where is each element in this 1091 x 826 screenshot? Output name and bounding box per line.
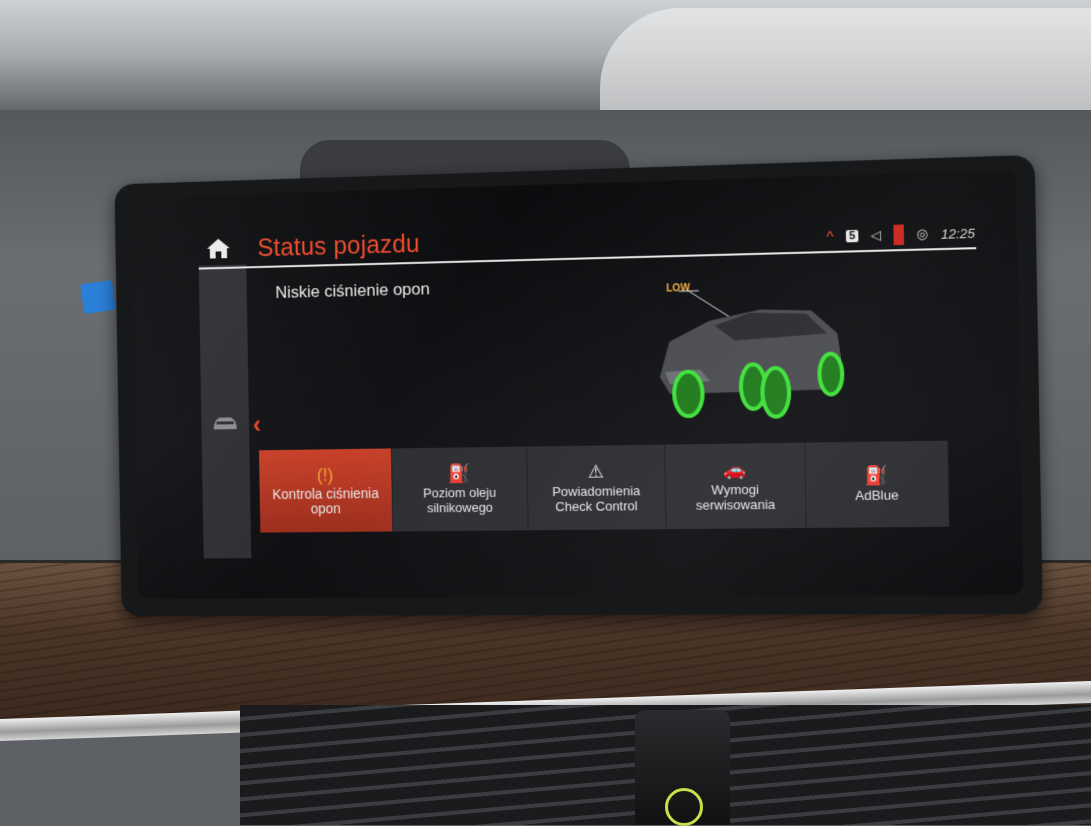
clock: 12:25 <box>941 225 975 241</box>
tab-label-line1: Powiadomienia <box>552 483 640 499</box>
screen: ‹ Status pojazdu ^ 5 ◁ ◎ 12:25 Niskie ci… <box>132 170 1024 599</box>
status-bar: ^ 5 ◁ ◎ 12:25 <box>826 223 975 247</box>
warning-message: Niskie ciśnienie opon <box>275 279 430 303</box>
tab-label-line2: serwisowania <box>696 496 776 512</box>
connectivity-icon: ◎ <box>916 226 928 243</box>
tab-label-line1: Wymogi <box>711 481 759 497</box>
vehicle-tire-illustration <box>638 277 854 433</box>
oil-can-icon: ⛽ <box>448 464 470 482</box>
adblue-icon: ⛽ <box>865 466 889 485</box>
tab-service-requirements[interactable]: 🚗 Wymogi serwisowania <box>665 443 807 530</box>
notification-badge: 5 <box>846 230 859 243</box>
back-chevron-icon[interactable]: ‹ <box>253 409 262 440</box>
tab-oil-level[interactable]: ⛽ Poziom oleju silnikowego <box>392 447 529 532</box>
tab-label-line2: opon <box>311 501 341 516</box>
tab-label-line1: AdBlue <box>855 487 899 503</box>
car-icon[interactable] <box>211 414 240 432</box>
hazard-button-cluster <box>635 710 730 825</box>
tab-label-line1: Poziom oleju <box>423 484 496 500</box>
tab-tire-pressure[interactable]: (!) Kontrola ciśnienia opon <box>259 448 393 532</box>
blue-sticker <box>80 280 116 314</box>
home-icon[interactable] <box>206 237 231 259</box>
speaker-icon: ◁ <box>871 227 882 244</box>
service-car-icon: 🚗 <box>723 460 746 478</box>
tab-adblue[interactable]: ⛽ AdBlue <box>805 441 949 528</box>
infotainment-display: ‹ Status pojazdu ^ 5 ◁ ◎ 12:25 Niskie ci… <box>114 155 1042 616</box>
status-tab-strip: (!) Kontrola ciśnienia opon ⛽ Poziom ole… <box>259 441 950 533</box>
left-sidebar <box>199 264 252 558</box>
green-ring-icon <box>665 788 703 826</box>
connected-device-icon <box>893 224 904 245</box>
tire-pressure-warning-icon: (!) <box>317 466 334 484</box>
tab-label-line1: Kontrola ciśnienia <box>272 486 379 502</box>
callout-line <box>689 290 735 321</box>
tab-check-control[interactable]: ⚠ Powiadomienia Check Control <box>527 445 666 531</box>
chevron-up-icon[interactable]: ^ <box>826 228 834 245</box>
tab-label-line2: silnikowego <box>427 499 493 515</box>
warning-triangle-icon: ⚠ <box>588 462 604 480</box>
page-title: Status pojazdu <box>257 230 420 263</box>
tab-label-line2: Check Control <box>555 498 638 514</box>
